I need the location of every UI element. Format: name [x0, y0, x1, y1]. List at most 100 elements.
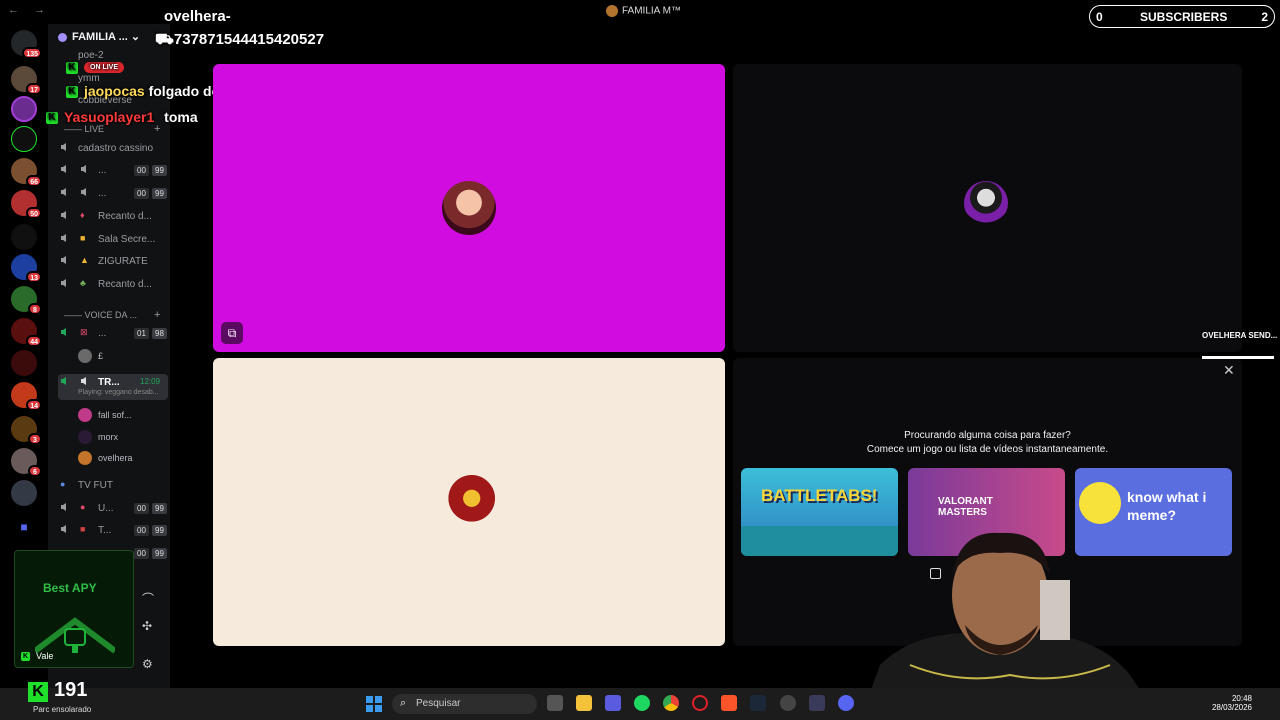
chrome-icon[interactable]: [663, 695, 679, 711]
speaker-icon: [81, 188, 86, 196]
server-icon[interactable]: 14: [11, 382, 42, 411]
server-icon[interactable]: 66: [11, 158, 42, 187]
clock[interactable]: 20:48 28/03/2026: [1210, 694, 1252, 712]
speaker-icon: [81, 377, 86, 385]
kick-icon: K: [21, 652, 30, 662]
discord-home-icon[interactable]: 135: [11, 30, 42, 59]
speaker-icon: [61, 328, 66, 336]
locked-speaker-icon: [61, 279, 66, 287]
channel-item[interactable]: ... 00 99: [58, 162, 168, 180]
server-icon[interactable]: [11, 96, 37, 122]
guild-header[interactable]: FAMILIA ... ⌄: [58, 30, 140, 43]
server-icon[interactable]: 3: [11, 416, 42, 445]
avatar: [78, 408, 92, 422]
channel-item[interactable]: ● TV FUT: [58, 477, 168, 495]
video-tile[interactable]: ⧉: [213, 64, 725, 352]
speaker-icon: [61, 143, 66, 151]
server-icon[interactable]: 8: [11, 286, 42, 315]
weather-text[interactable]: Parc ensolarado: [33, 705, 91, 714]
server-icon[interactable]: [11, 480, 37, 506]
server-icon[interactable]: 17: [11, 66, 42, 95]
window-title: FAMILIA M™: [606, 5, 681, 17]
on-live-badge: ON LIVE: [84, 62, 125, 74]
spotify-icon[interactable]: [634, 695, 650, 711]
emoji-icon: ⊠: [80, 327, 88, 337]
channel-item[interactable]: ■ Sala Secre...: [58, 231, 168, 249]
settings-gear-icon[interactable]: ⚙: [142, 657, 153, 671]
kick-logo-icon: K: [28, 682, 48, 702]
viewer-count: 191: [54, 679, 88, 701]
screen-share-icon: ⧉: [221, 322, 243, 344]
chat-line: ovelhera-: [164, 8, 231, 25]
speaker-icon: [61, 503, 66, 511]
soundboard-icon[interactable]: ✣: [142, 619, 152, 633]
brave-icon[interactable]: [721, 695, 737, 711]
channel-item[interactable]: ♣ Recanto d...: [58, 276, 168, 294]
locked-speaker-icon: [61, 211, 66, 219]
add-channel-icon[interactable]: +: [154, 309, 160, 321]
speaker-icon: [81, 165, 86, 173]
chat-line: ⛟737871544415420527: [155, 31, 325, 48]
close-icon[interactable]: ✕: [1223, 362, 1235, 379]
channel-item[interactable]: ♦ Recanto d...: [58, 208, 168, 226]
channel-item[interactable]: cadastro cassino: [58, 140, 168, 158]
video-tile[interactable]: [733, 64, 1242, 352]
back-forward-icons[interactable]: ← →: [8, 4, 51, 16]
emoji-icon: ♦: [80, 210, 85, 220]
chat-line: K Yasuoplayer1 toma: [46, 109, 198, 125]
category-live[interactable]: —— LIVE +: [64, 123, 160, 135]
speaker-icon: [61, 188, 66, 196]
speaker-icon: [61, 525, 66, 533]
emoji-icon: ●: [80, 502, 86, 512]
palm-icon: ♣: [80, 278, 86, 288]
widget-footer: K Vale: [21, 651, 54, 662]
task-view-icon[interactable]: [547, 695, 563, 711]
channel-item[interactable]: ▲ ZIGURATE: [58, 253, 168, 271]
channel-item[interactable]: ● U... 00 99: [58, 500, 168, 518]
locked-speaker-icon: [61, 234, 66, 242]
windows-start-icon[interactable]: [366, 696, 382, 712]
voice-channel-active[interactable]: TR... 12:09 Playing: veggano desab...: [58, 374, 168, 400]
voice-channel-item[interactable]: ⊠ ... 01 98: [58, 325, 168, 343]
activity-subheading: Comece um jogo ou lista de vídeos instan…: [866, 444, 1109, 455]
server-icon[interactable]: 13: [11, 254, 42, 283]
sending-label: OVELHERA SEND...: [1202, 331, 1278, 340]
file-explorer-icon[interactable]: [576, 695, 592, 711]
activity-heading: Procurando alguma coisa para fazer?: [904, 430, 1071, 441]
stream-overlay-widget: Best APY K Vale: [14, 550, 134, 668]
avatar: [78, 430, 92, 444]
app-icon[interactable]: [780, 695, 796, 711]
channel-item[interactable]: ■ T... 00 99: [58, 522, 168, 540]
discord-icon[interactable]: [838, 695, 854, 711]
app-icon[interactable]: [809, 695, 825, 711]
kick-icon: K: [46, 112, 58, 125]
search-icon: ⌕: [400, 697, 407, 709]
emoji-icon: ■: [80, 524, 86, 534]
video-tile[interactable]: [213, 358, 725, 646]
lock-icon: ■: [80, 233, 86, 243]
server-icon[interactable]: 44: [11, 318, 42, 347]
channel-item[interactable]: ... 00 99: [58, 185, 168, 203]
taskbar-search[interactable]: ⌕ Pesquisar: [392, 694, 537, 714]
server-icon[interactable]: [11, 350, 37, 376]
opera-icon[interactable]: [692, 695, 708, 711]
server-icon[interactable]: 50: [11, 190, 42, 219]
widget-title: Best APY: [43, 581, 97, 595]
warning-icon: ▲: [80, 255, 89, 265]
user-avatar: [442, 474, 496, 528]
user-avatar: [964, 181, 1008, 225]
guild-icon: [58, 32, 67, 42]
avatar: [78, 451, 92, 465]
folder-icon[interactable]: ■: [11, 514, 37, 540]
kick-server-icon[interactable]: [11, 126, 37, 152]
server-icon[interactable]: [11, 224, 37, 250]
category-voice[interactable]: —— VOICE DA ... +: [64, 309, 160, 321]
steam-icon[interactable]: [750, 695, 766, 711]
speaker-icon: [61, 165, 66, 173]
server-icon[interactable]: 6: [11, 448, 42, 477]
kick-icon: K: [66, 61, 78, 74]
server-icon: [606, 5, 618, 17]
app-icon[interactable]: [605, 695, 621, 711]
screen: ← → FAMILIA M™ 135 17 66 50 13 8 44 14 3…: [0, 0, 1280, 720]
disconnect-icon[interactable]: ⌒: [142, 590, 154, 607]
